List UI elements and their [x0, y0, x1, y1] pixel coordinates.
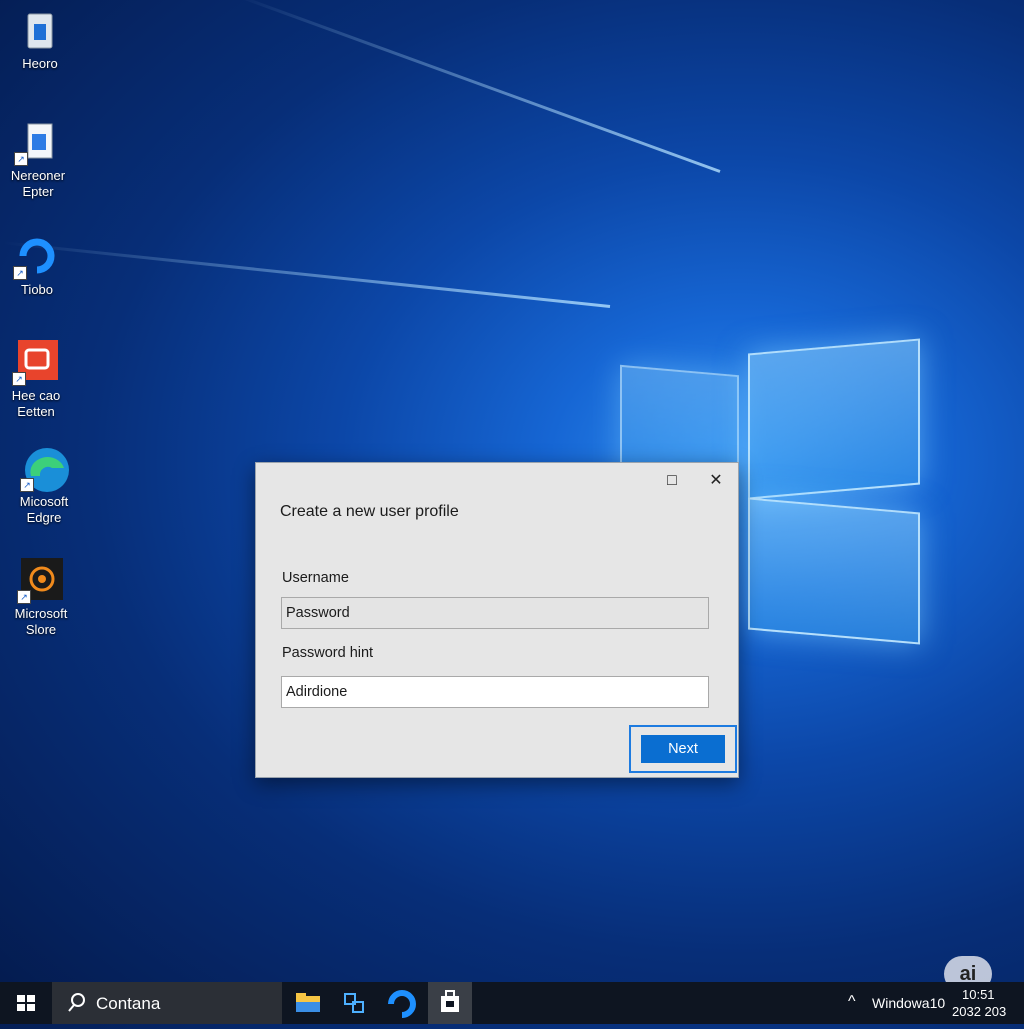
- windows-icon: [17, 995, 35, 1011]
- network-icon: [344, 993, 364, 1013]
- shortcut-arrow-icon: ↗: [14, 152, 28, 166]
- desktop-icon-label: Heoro: [22, 56, 58, 71]
- desktop-icon-label: Microsoft Slore: [14, 606, 68, 637]
- store-icon: ↗: [17, 558, 63, 604]
- close-button[interactable]: ✕: [702, 469, 730, 493]
- light-beam: [3, 241, 611, 308]
- sync-icon: ↗: [13, 234, 59, 280]
- maximize-button[interactable]: □: [658, 469, 686, 493]
- password-hint-label: Password hint: [282, 645, 374, 661]
- clock-date[interactable]: 2032 203: [952, 1004, 1006, 1019]
- taskbar-app[interactable]: [332, 982, 376, 1024]
- store-bag-icon: [441, 990, 459, 1012]
- taskbar-store[interactable]: [428, 982, 472, 1024]
- password-hint-field[interactable]: Adirdione: [281, 676, 709, 708]
- dialog-title: Create a new user profile: [280, 503, 459, 520]
- search-box[interactable]: Contana: [52, 982, 282, 1024]
- shortcut-arrow-icon: ↗: [12, 372, 26, 386]
- desktop-icon-label: Hee cao Eetten: [11, 388, 61, 419]
- desktop-icon-network[interactable]: ↗ Nereoner Epter: [0, 120, 78, 200]
- taskbar-edge[interactable]: [380, 982, 424, 1024]
- shortcut-arrow-icon: ↗: [13, 266, 27, 280]
- recycle-bin-icon: [18, 8, 62, 52]
- shortcut-arrow-icon: ↗: [20, 478, 34, 492]
- start-button[interactable]: [0, 982, 52, 1024]
- clock-time[interactable]: 10:51: [962, 987, 995, 1002]
- tray-label: Windowa10: [872, 995, 946, 1011]
- search-label: Contana: [96, 994, 161, 1013]
- desktop-icon-tiobo[interactable]: ↗ Tiobo: [0, 234, 77, 298]
- desktop-icon-edge[interactable]: ↗ Micosoft Edgre: [4, 446, 84, 526]
- chevron-up-icon[interactable]: ^: [848, 993, 856, 1011]
- next-button[interactable]: Next: [641, 735, 725, 763]
- desktop-icon-label: Nereoner Epter: [10, 168, 66, 199]
- desktop-icon-label: Tiobo: [20, 282, 54, 297]
- next-button-focus-ring: Next: [629, 725, 737, 773]
- edge-icon: ↗: [20, 446, 69, 492]
- search-icon: [68, 993, 85, 1012]
- taskbar: Contana ^ Windowa10 10:51 2032 203: [0, 982, 1024, 1024]
- shortcut-arrow-icon: ↗: [17, 590, 31, 604]
- edge-icon: [388, 990, 416, 1018]
- taskbar-file-explorer[interactable]: [286, 982, 330, 1024]
- desktop-icon-label: Micosoft Edgre: [19, 494, 69, 525]
- desktop-icon-store[interactable]: ↗ Microsoft Slore: [1, 558, 81, 638]
- document-icon: ↗: [14, 120, 60, 166]
- light-beam: [230, 0, 721, 173]
- username-label: Username: [282, 570, 349, 586]
- create-profile-dialog: □ ✕ Create a new user profile Username P…: [255, 462, 739, 778]
- username-field[interactable]: Password: [281, 597, 709, 629]
- desktop-icon-heecao[interactable]: ↗ Hee cao Eetten: [0, 340, 76, 420]
- folder-icon: [296, 993, 320, 1012]
- app-icon: ↗: [12, 340, 58, 386]
- desktop-icon-recycle-bin[interactable]: Heoro: [0, 8, 80, 72]
